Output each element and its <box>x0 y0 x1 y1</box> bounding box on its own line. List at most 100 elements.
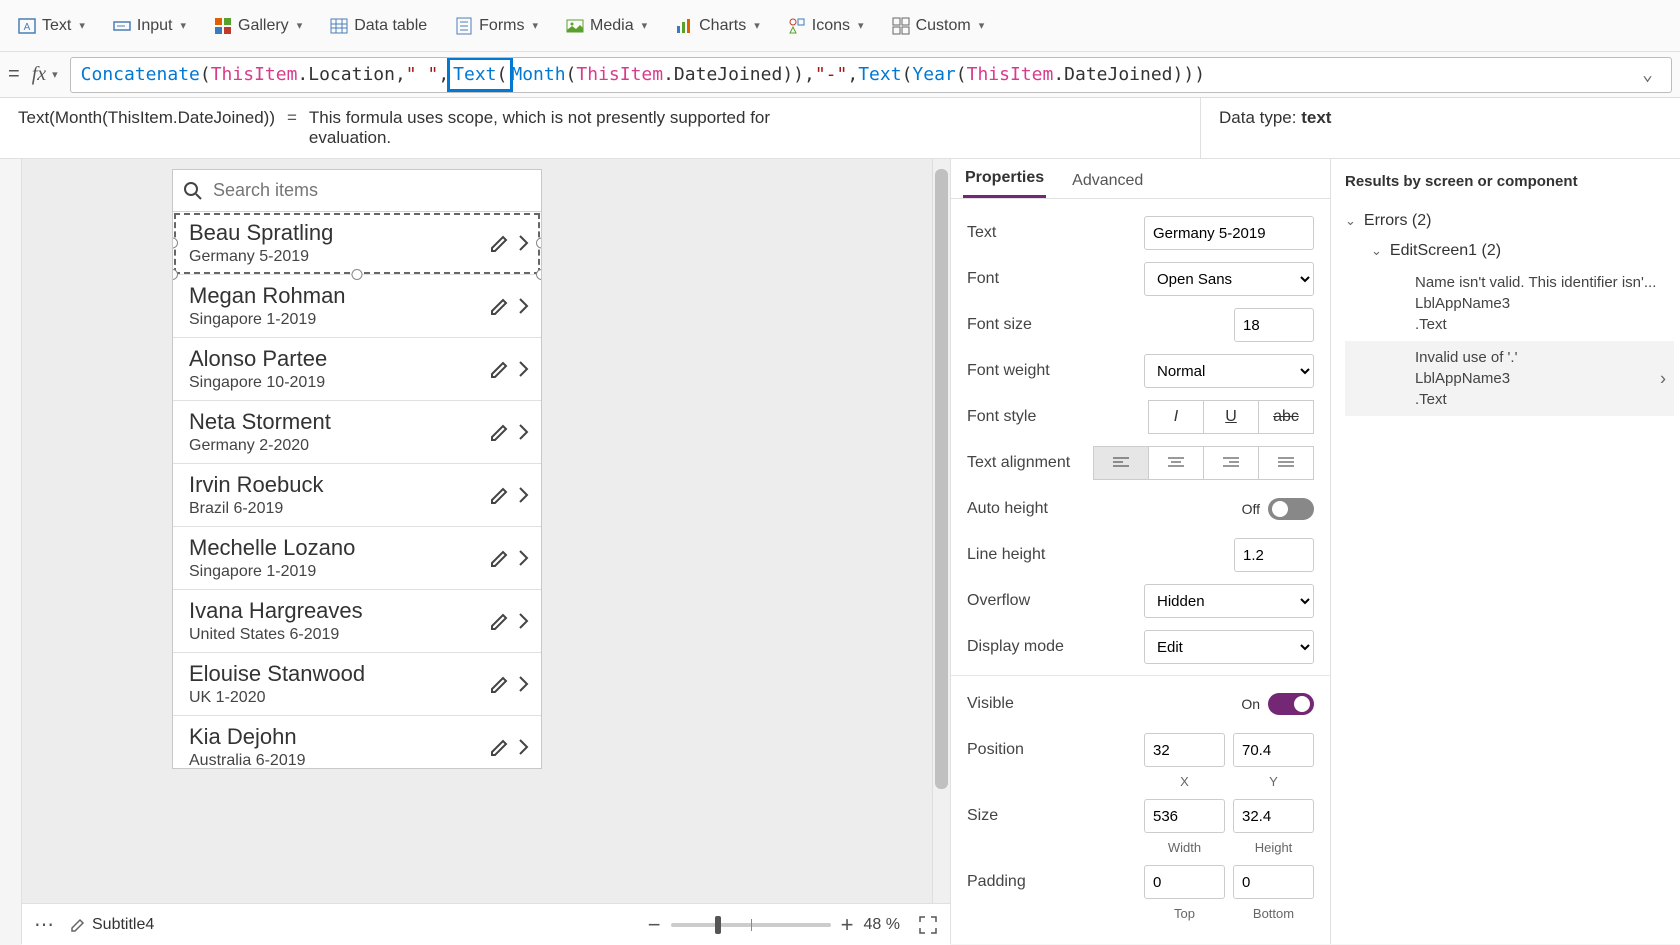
position-y-input[interactable] <box>1233 733 1314 767</box>
prop-text-input[interactable] <box>1144 216 1314 250</box>
expand-icon[interactable]: ⌄ <box>1634 64 1661 85</box>
prop-font-select[interactable]: Open Sans <box>1144 262 1314 296</box>
prop-displaymode-label: Display mode <box>967 638 1144 656</box>
gallery-item[interactable]: Megan RohmanSingapore 1-2019 <box>173 275 541 338</box>
diag-error-item[interactable]: Name isn't valid. This identifier isn'..… <box>1345 266 1674 341</box>
chevron-down-icon: ▾ <box>79 19 85 32</box>
chevron-right-icon[interactable] <box>517 421 531 443</box>
ribbon-charts[interactable]: Charts ▾ <box>665 11 770 41</box>
ribbon-text[interactable]: A Text ▾ <box>8 11 95 41</box>
italic-button[interactable]: I <box>1148 400 1204 434</box>
edit-icon[interactable] <box>489 673 511 695</box>
charts-icon <box>675 17 693 35</box>
selection-handle[interactable] <box>536 238 541 249</box>
edit-icon[interactable] <box>489 421 511 443</box>
more-icon[interactable]: ⋯ <box>34 912 56 937</box>
canvas-scrollbar[interactable] <box>932 159 950 944</box>
ribbon-text-label: Text <box>42 17 71 35</box>
formula-equals: = <box>8 63 20 86</box>
gallery-item[interactable]: Alonso ParteeSingapore 10-2019 <box>173 338 541 401</box>
diag-screen-node[interactable]: ⌄ EditScreen1 (2) <box>1345 236 1674 266</box>
eval-message: This formula uses scope, which is not pr… <box>309 108 829 148</box>
autoheight-toggle[interactable] <box>1268 498 1314 520</box>
gallery-item[interactable]: Mechelle LozanoSingapore 1-2019 <box>173 527 541 590</box>
selection-handle[interactable] <box>173 238 178 249</box>
prop-lineheight-input[interactable] <box>1234 538 1314 572</box>
prop-fontsize-input[interactable] <box>1234 308 1314 342</box>
visible-toggle[interactable] <box>1268 693 1314 715</box>
edit-icon[interactable] <box>489 358 511 380</box>
ribbon-icons-label: Icons <box>812 17 850 35</box>
gallery-item-subtitle: United States 6-2019 <box>189 626 493 644</box>
gallery-item[interactable]: Irvin RoebuckBrazil 6-2019 <box>173 464 541 527</box>
ribbon-datatable[interactable]: Data table <box>320 11 437 41</box>
chevron-right-icon[interactable] <box>517 673 531 695</box>
prop-overflow-select[interactable]: Hidden <box>1144 584 1314 618</box>
chevron-right-icon[interactable] <box>517 232 531 254</box>
tab-advanced[interactable]: Advanced <box>1070 164 1145 198</box>
gallery-item[interactable]: Kia DejohnAustralia 6-2019 <box>173 716 541 768</box>
chevron-right-icon[interactable] <box>517 358 531 380</box>
gallery-control[interactable]: Beau SpratlingGermany 5-2019Megan Rohman… <box>172 169 542 769</box>
zoom-in-button[interactable]: + <box>841 912 854 938</box>
edit-icon[interactable] <box>489 484 511 506</box>
chevron-down-icon: ▾ <box>180 19 186 32</box>
gallery-item-title: Ivana Hargreaves <box>189 598 493 624</box>
zoom-out-button[interactable]: − <box>648 912 661 938</box>
prop-displaymode-select[interactable]: Edit <box>1144 630 1314 664</box>
size-height-input[interactable] <box>1233 799 1314 833</box>
diag-error-item[interactable]: Invalid use of '.'LblAppName3.Text› <box>1345 341 1674 416</box>
gallery-item-subtitle: Singapore 1-2019 <box>189 311 493 329</box>
align-right-button[interactable] <box>1203 446 1259 480</box>
chevron-right-icon[interactable] <box>517 610 531 632</box>
chevron-right-icon[interactable] <box>517 484 531 506</box>
prop-fontsize-label: Font size <box>967 316 1144 334</box>
edit-icon[interactable] <box>489 547 511 569</box>
strikethrough-button[interactable]: abc <box>1258 400 1314 434</box>
custom-icon <box>892 17 910 35</box>
ribbon-media[interactable]: Media ▾ <box>556 11 657 41</box>
scrollbar-thumb[interactable] <box>935 169 948 789</box>
prop-fontweight-label: Font weight <box>967 362 1144 380</box>
edit-icon[interactable] <box>489 232 511 254</box>
prop-fontweight-select[interactable]: Normal <box>1144 354 1314 388</box>
ribbon-gallery[interactable]: Gallery ▾ <box>204 11 312 41</box>
fit-screen-icon[interactable] <box>918 915 938 935</box>
edit-icon[interactable] <box>489 295 511 317</box>
formula-input[interactable]: Concatenate(ThisItem.Location, " ", Text… <box>70 57 1672 93</box>
position-x-input[interactable] <box>1144 733 1225 767</box>
chevron-right-icon[interactable] <box>517 547 531 569</box>
prop-font-label: Font <box>967 270 1144 288</box>
zoom-slider[interactable] <box>671 923 831 927</box>
underline-button[interactable]: U <box>1203 400 1259 434</box>
ribbon-icons[interactable]: Icons ▾ <box>778 11 874 41</box>
ribbon-forms[interactable]: Forms ▾ <box>445 11 548 41</box>
chevron-right-icon[interactable] <box>517 295 531 317</box>
gallery-item[interactable]: Elouise StanwoodUK 1-2020 <box>173 653 541 716</box>
tab-properties[interactable]: Properties <box>963 161 1046 198</box>
padding-top-input[interactable] <box>1144 865 1225 899</box>
ribbon-input[interactable]: Input ▾ <box>103 11 196 41</box>
chevron-down-icon[interactable]: ▾ <box>52 68 58 81</box>
selected-control-name[interactable]: Subtitle4 <box>70 916 154 934</box>
status-bar: ⋯ Subtitle4 − + 48 % <box>22 903 950 944</box>
gallery-list[interactable]: Beau SpratlingGermany 5-2019Megan Rohman… <box>173 212 541 768</box>
chevron-right-icon[interactable] <box>517 736 531 758</box>
align-center-button[interactable] <box>1148 446 1204 480</box>
edit-icon[interactable] <box>489 610 511 632</box>
gallery-item-subtitle: Brazil 6-2019 <box>189 500 493 518</box>
edit-icon[interactable] <box>489 736 511 758</box>
size-width-input[interactable] <box>1144 799 1225 833</box>
visible-state: On <box>1241 696 1260 712</box>
gallery-item[interactable]: Ivana Hargreaves United States 6-2019 <box>173 590 541 653</box>
diag-errors-node[interactable]: ⌄ Errors (2) <box>1345 206 1674 236</box>
ribbon-custom[interactable]: Custom ▾ <box>882 11 995 41</box>
gallery-item[interactable]: Beau SpratlingGermany 5-2019 <box>173 212 541 275</box>
align-left-button[interactable] <box>1093 446 1149 480</box>
padding-bottom-input[interactable] <box>1233 865 1314 899</box>
gallery-item[interactable]: Neta StormentGermany 2-2020 <box>173 401 541 464</box>
align-justify-button[interactable] <box>1258 446 1314 480</box>
search-input[interactable] <box>213 180 531 201</box>
gallery-item-title: Alonso Partee <box>189 346 493 372</box>
canvas[interactable]: Beau SpratlingGermany 5-2019Megan Rohman… <box>22 159 950 944</box>
